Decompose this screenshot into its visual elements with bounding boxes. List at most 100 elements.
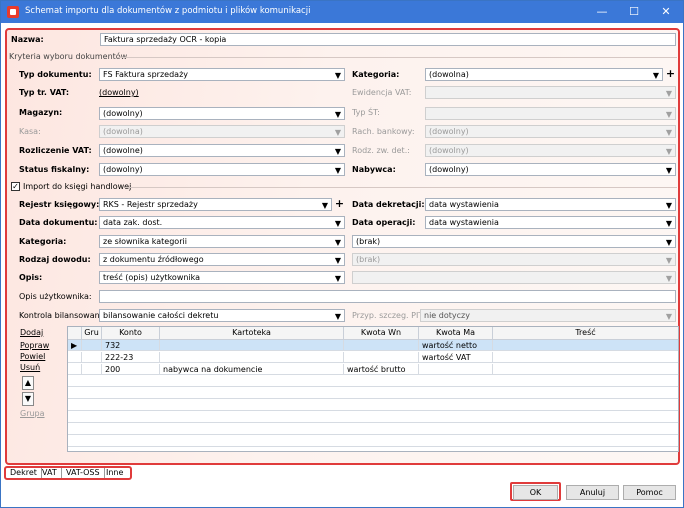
- import-divider: [125, 187, 677, 188]
- typ-vat-link[interactable]: (dowolny): [99, 88, 139, 97]
- rodzaj-dowodu-value: z dokumentu źródłowego: [103, 255, 204, 264]
- chevron-down-icon: ▼: [334, 312, 341, 321]
- col-header-konto[interactable]: Konto: [102, 327, 160, 340]
- data-operacji-label: Data operacji:: [352, 218, 416, 227]
- data-dekretacji-select[interactable]: data wystawienia ▼: [425, 198, 676, 211]
- move-down-button[interactable]: ▼: [22, 392, 34, 406]
- rodzaj-dowodu-select[interactable]: z dokumentu źródłowego ▼: [99, 253, 345, 266]
- rozliczenie-vat-value: (dowolne): [103, 146, 143, 155]
- tab-vat[interactable]: VAT: [38, 468, 62, 478]
- maximize-button[interactable]: ☐: [619, 4, 649, 20]
- rach-bank-select: (dowolny) ▼: [425, 125, 676, 138]
- dodaj-link[interactable]: Dodaj: [20, 328, 43, 337]
- data-dokumentu-value: data zak. dost.: [103, 218, 163, 227]
- rach-bank-value: (dowolny): [429, 127, 469, 136]
- cell-konto: 732: [102, 340, 160, 351]
- add-kategoria-icon[interactable]: +: [665, 68, 676, 81]
- status-fiskalny-select[interactable]: (dowolny) ▼: [99, 163, 345, 176]
- col-header-tresc[interactable]: Treść: [493, 327, 678, 340]
- bottom-tabs: Dekret VAT VAT-OSS Inne: [4, 466, 132, 480]
- rejestr-value: RKS - Rejestr sprzedaży: [103, 200, 198, 209]
- dekret-table[interactable]: Gru Konto Kartoteka Kwota Wn Kwota Ma Tr…: [67, 326, 679, 452]
- close-button[interactable]: ✕: [651, 4, 681, 20]
- kasa-select: (dowolna) ▼: [99, 125, 345, 138]
- typ-st-label: Typ ŚT:: [352, 108, 380, 117]
- chevron-down-icon: ▼: [334, 71, 341, 80]
- empty-row[interactable]: [68, 424, 678, 435]
- kategoria2-right-value: (brak): [356, 237, 381, 246]
- opis-uzytkownika-input[interactable]: [99, 290, 676, 303]
- magazyn-select[interactable]: (dowolny) ▼: [99, 107, 345, 120]
- ewidencja-vat-label: Ewidencja VAT:: [352, 88, 412, 97]
- status-fiskalny-value: (dowolny): [103, 165, 143, 174]
- kategoria2-select[interactable]: ze słownika kategorii ▼: [99, 235, 345, 248]
- cell-kartoteka: [160, 352, 344, 363]
- kontrola-value: bilansowanie całości dekretu: [103, 311, 219, 320]
- add-rejestr-icon[interactable]: +: [334, 198, 345, 211]
- empty-row[interactable]: [68, 436, 678, 447]
- chevron-down-icon: ▼: [665, 238, 672, 247]
- table-row[interactable]: 200 nabywca na dokumencie wartość brutto: [68, 364, 678, 375]
- chevron-down-icon: ▼: [652, 71, 659, 80]
- rejestr-select[interactable]: RKS - Rejestr sprzedaży ▼: [99, 198, 332, 211]
- grupa-link[interactable]: Grupa: [20, 409, 45, 418]
- kategoria-value: (dowolna): [429, 70, 469, 79]
- nabywca-value: (dowolny): [429, 165, 469, 174]
- arrow-down-icon: ▼: [24, 394, 32, 403]
- rozliczenie-vat-select[interactable]: (dowolne) ▼: [99, 144, 345, 157]
- ok-button[interactable]: OK: [513, 485, 558, 500]
- help-button[interactable]: Pomoc: [623, 485, 676, 500]
- nabywca-label: Nabywca:: [352, 165, 396, 174]
- col-header-kartoteka[interactable]: Kartoteka: [160, 327, 344, 340]
- import-checkbox[interactable]: ✓: [11, 182, 20, 191]
- minimize-button[interactable]: —: [587, 4, 617, 20]
- col-header-kwota-ma[interactable]: Kwota Ma: [419, 327, 493, 340]
- empty-row[interactable]: [68, 412, 678, 423]
- table-header-marker: [68, 327, 82, 340]
- data-operacji-value: data wystawienia: [429, 218, 499, 227]
- cancel-button[interactable]: Anuluj: [566, 485, 619, 500]
- table-row[interactable]: 222-23 wartość VAT: [68, 352, 678, 363]
- kategoria-select[interactable]: (dowolna) ▼: [425, 68, 663, 81]
- przyp-label: Przyp. szczeg. PIT:: [352, 311, 426, 320]
- kontrola-label: Kontrola bilansowania:: [19, 311, 110, 320]
- row-marker: [68, 364, 82, 375]
- data-dokumentu-select[interactable]: data zak. dost. ▼: [99, 216, 345, 229]
- usun-link[interactable]: Usuń: [20, 363, 40, 372]
- chevron-down-icon: ▼: [334, 219, 341, 228]
- chevron-down-icon: ▼: [334, 166, 341, 175]
- tab-vat-oss[interactable]: VAT-OSS: [62, 468, 105, 478]
- opis-label: Opis:: [19, 273, 43, 282]
- table-row[interactable]: ▶ 732 wartość netto: [68, 340, 678, 351]
- kontrola-select[interactable]: bilansowanie całości dekretu ▼: [99, 309, 345, 322]
- cell-kwota-wn: [344, 340, 419, 351]
- tab-inne[interactable]: Inne: [102, 468, 127, 478]
- criteria-header: Kryteria wyboru dokumentów: [9, 52, 128, 61]
- data-operacji-select[interactable]: data wystawienia ▼: [425, 216, 676, 229]
- tab-dekret[interactable]: Dekret: [6, 468, 42, 478]
- kasa-label: Kasa:: [19, 127, 41, 136]
- magazyn-value: (dowolny): [103, 109, 143, 118]
- cell-kartoteka: [160, 340, 344, 351]
- nabywca-select[interactable]: (dowolny) ▼: [425, 163, 676, 176]
- chevron-down-icon: ▼: [665, 147, 672, 156]
- chevron-down-icon: ▼: [665, 89, 672, 98]
- empty-row[interactable]: [68, 400, 678, 411]
- col-header-gru[interactable]: Gru: [82, 327, 102, 340]
- typ-dokumentu-select[interactable]: FS Faktura sprzedaży ▼: [99, 68, 345, 81]
- kategoria2-right-select[interactable]: (brak) ▼: [352, 235, 676, 248]
- cell-kwota-wn: wartość brutto: [344, 364, 419, 375]
- empty-row[interactable]: [68, 388, 678, 399]
- chevron-down-icon: ▼: [665, 201, 672, 210]
- powiel-link[interactable]: Powiel: [20, 352, 45, 361]
- empty-row[interactable]: [68, 376, 678, 387]
- opis-select[interactable]: treść (opis) użytkownika ▼: [99, 271, 345, 284]
- rodzaj-dowodu-label: Rodzaj dowodu:: [19, 255, 91, 264]
- chevron-down-icon: ▼: [334, 256, 341, 265]
- popraw-link[interactable]: Popraw: [20, 341, 49, 350]
- rodzaj-dowodu-right-value: (brak): [356, 255, 381, 264]
- col-header-kwota-wn[interactable]: Kwota Wn: [344, 327, 419, 340]
- move-up-button[interactable]: ▲: [22, 376, 34, 390]
- name-input[interactable]: Faktura sprzedaży OCR - kopia: [100, 33, 676, 46]
- typ-dokumentu-value: FS Faktura sprzedaży: [103, 70, 188, 79]
